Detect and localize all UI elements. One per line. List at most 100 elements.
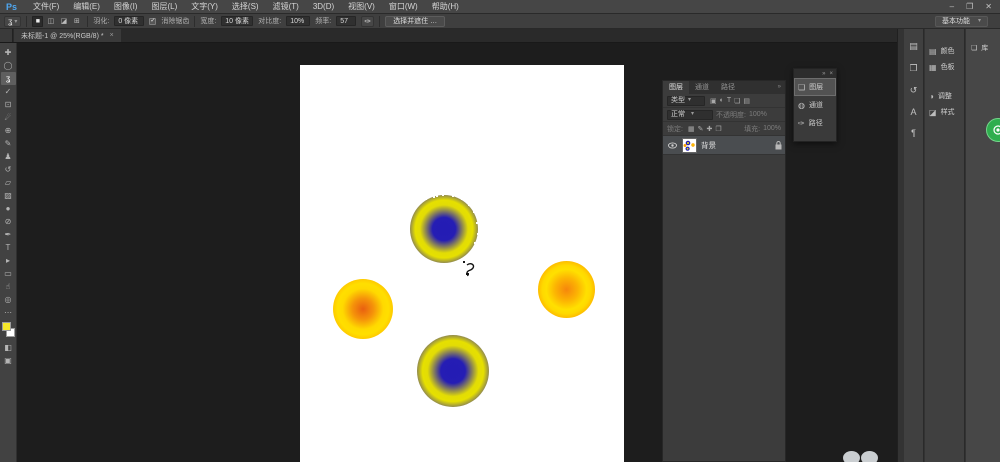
- move-tool[interactable]: ✚: [1, 46, 16, 59]
- history-panel-icon[interactable]: ❐: [909, 63, 917, 74]
- antialias-checkbox[interactable]: ✓: [149, 18, 156, 25]
- character-panel-icon[interactable]: A: [910, 107, 916, 117]
- contrast-input[interactable]: 10%: [286, 16, 310, 26]
- paragraph-panel-icon[interactable]: ¶: [911, 128, 916, 138]
- info-panel-icon[interactable]: ▤: [909, 41, 918, 52]
- frequency-input[interactable]: 57: [336, 16, 356, 26]
- tab-close-icon[interactable]: ×: [110, 32, 114, 39]
- type-tool[interactable]: T: [1, 241, 16, 254]
- paths-tab[interactable]: 路径: [715, 81, 741, 94]
- float-paths-item[interactable]: ✑ 路径: [794, 114, 836, 132]
- opacity-value[interactable]: 100%: [749, 111, 767, 118]
- restore-button[interactable]: ❐: [966, 2, 973, 11]
- antialias-label: 消除锯齿: [161, 16, 189, 26]
- filter-icon-group: ▣◐T❏▤: [710, 97, 750, 105]
- quick-mask-button[interactable]: ◧: [1, 341, 16, 354]
- pen-pressure-icon[interactable]: ✑: [361, 16, 374, 27]
- gradient-tool[interactable]: ▨: [1, 189, 16, 202]
- clone-stamp-tool[interactable]: ♟: [1, 150, 16, 163]
- screen-mode-button[interactable]: ▣: [1, 354, 16, 367]
- new-selection-mode[interactable]: ■: [32, 16, 43, 27]
- edit-toolbar-button[interactable]: ⋯: [1, 306, 16, 319]
- minimize-button[interactable]: –: [950, 2, 954, 11]
- intersect-selection-mode[interactable]: ⊞: [71, 16, 82, 27]
- collapse-dock-icon[interactable]: »: [822, 71, 825, 77]
- styles-panel-button[interactable]: ◪ 样式: [925, 104, 964, 120]
- libraries-panel-button[interactable]: ❏ 库: [966, 29, 1000, 53]
- filter-pixel-layers-icon[interactable]: ▣: [710, 97, 717, 105]
- close-button[interactable]: ✕: [985, 2, 992, 11]
- float-channels-item[interactable]: ◍ 通道: [794, 96, 836, 114]
- panel-icon: ❏: [798, 83, 805, 92]
- menu-item[interactable]: 图层(L): [144, 0, 184, 14]
- pen-tool[interactable]: ✒: [1, 228, 16, 241]
- rectangle-tool[interactable]: ▭: [1, 267, 16, 280]
- zoom-tool[interactable]: ◎: [1, 293, 16, 306]
- filter-smart-objects-icon[interactable]: ▤: [743, 97, 750, 105]
- filter-type-layers-icon[interactable]: T: [727, 97, 731, 105]
- feather-input[interactable]: 0 像素: [114, 16, 144, 26]
- blend-mode-select[interactable]: 正常 ▾: [667, 110, 713, 120]
- eraser-tool[interactable]: ▱: [1, 176, 16, 189]
- quick-selection-tool[interactable]: ✓: [1, 85, 16, 98]
- document-canvas[interactable]: [300, 65, 624, 462]
- workspace-switcher[interactable]: 基本功能 ▾: [935, 16, 988, 27]
- menu-item[interactable]: 窗口(W): [382, 0, 425, 14]
- contrast-label: 对比度:: [258, 16, 281, 26]
- lock-position-icon[interactable]: ✚: [706, 125, 712, 133]
- menu-item[interactable]: 滤镜(T): [266, 0, 306, 14]
- dodge-tool[interactable]: ⊘: [1, 215, 16, 228]
- magnetic-lasso-tool[interactable]: ʓ: [1, 72, 16, 85]
- tools-dock-toggle[interactable]: [0, 29, 13, 42]
- collapse-panel-icon[interactable]: »: [778, 81, 785, 94]
- brush-tool[interactable]: ✎: [1, 137, 16, 150]
- width-input[interactable]: 10 像素: [221, 16, 253, 26]
- adjustments-panel-button[interactable]: ◑ 调整: [925, 88, 964, 104]
- add-to-selection-mode[interactable]: ◫: [45, 16, 56, 27]
- divider: [87, 16, 88, 27]
- foreground-color-swatch[interactable]: [2, 322, 11, 331]
- swatches-panel-button[interactable]: ▦ 色板: [925, 59, 964, 75]
- crop-tool[interactable]: ⊡: [1, 98, 16, 111]
- menu-item[interactable]: 3D(D): [306, 0, 341, 14]
- menu-item[interactable]: 视图(V): [341, 0, 382, 14]
- blur-tool[interactable]: ●: [1, 202, 16, 215]
- color-panel-button[interactable]: ▤ 颜色: [925, 43, 964, 59]
- close-dock-icon[interactable]: ×: [829, 71, 833, 77]
- float-layers-item[interactable]: ❏ 图层: [794, 78, 836, 96]
- fill-value[interactable]: 100%: [763, 125, 781, 132]
- layer-visibility-toggle[interactable]: [666, 142, 678, 149]
- path-selection-tool[interactable]: ▸: [1, 254, 16, 267]
- menu-item[interactable]: 编辑(E): [66, 0, 107, 14]
- layers-tab[interactable]: 图层: [663, 81, 689, 94]
- tool-options-bar: ʓ ▾ ■◫◪⊞ 羽化: 0 像素 ✓ 消除锯齿 宽度: 10 像素 对比度: …: [0, 14, 1000, 29]
- hand-tool[interactable]: ☝: [1, 280, 16, 293]
- panel-label: 颜色: [941, 46, 955, 56]
- actions-panel-icon[interactable]: ↺: [910, 85, 918, 96]
- menu-item[interactable]: 图像(I): [107, 0, 145, 14]
- layer-thumbnail[interactable]: [682, 138, 697, 153]
- tool-preset-picker[interactable]: ʓ ▾: [4, 16, 21, 27]
- background-layer-row[interactable]: 背景: [663, 136, 785, 155]
- lock-transparency-icon[interactable]: ▦: [688, 125, 695, 133]
- menu-item[interactable]: 文字(Y): [184, 0, 225, 14]
- channels-tab[interactable]: 通道: [689, 81, 715, 94]
- lock-artboard-icon[interactable]: ❐: [715, 125, 721, 133]
- layers-panel: 图层通道路径 » 类型 ▾ ▣◐T❏▤ 正常 ▾ 不透明度: 100% 锁定: …: [662, 80, 786, 462]
- menu-item[interactable]: 选择(S): [225, 0, 266, 14]
- filter-shape-layers-icon[interactable]: ❏: [734, 97, 740, 105]
- lock-paint-icon[interactable]: ✎: [698, 125, 704, 133]
- select-and-mask-button[interactable]: 选择并遮住 …: [385, 16, 445, 27]
- elliptical-marquee-tool[interactable]: ◯: [1, 59, 16, 72]
- spot-healing-brush-tool[interactable]: ⊕: [1, 124, 16, 137]
- eyedropper-tool[interactable]: ☄: [1, 111, 16, 124]
- history-brush-tool[interactable]: ↺: [1, 163, 16, 176]
- feather-label: 羽化:: [93, 16, 109, 26]
- menu-item[interactable]: 帮助(H): [425, 0, 466, 14]
- subtract-from-selection-mode[interactable]: ◪: [58, 16, 69, 27]
- magnetic-lasso-icon: ʓ: [8, 17, 12, 26]
- filter-kind-select[interactable]: 类型 ▾: [667, 96, 705, 106]
- document-tab[interactable]: 未标题-1 @ 25%(RGB/8) * ×: [14, 29, 121, 42]
- menu-item[interactable]: 文件(F): [26, 0, 66, 14]
- filter-adjustment-layers-icon[interactable]: ◐: [720, 97, 724, 105]
